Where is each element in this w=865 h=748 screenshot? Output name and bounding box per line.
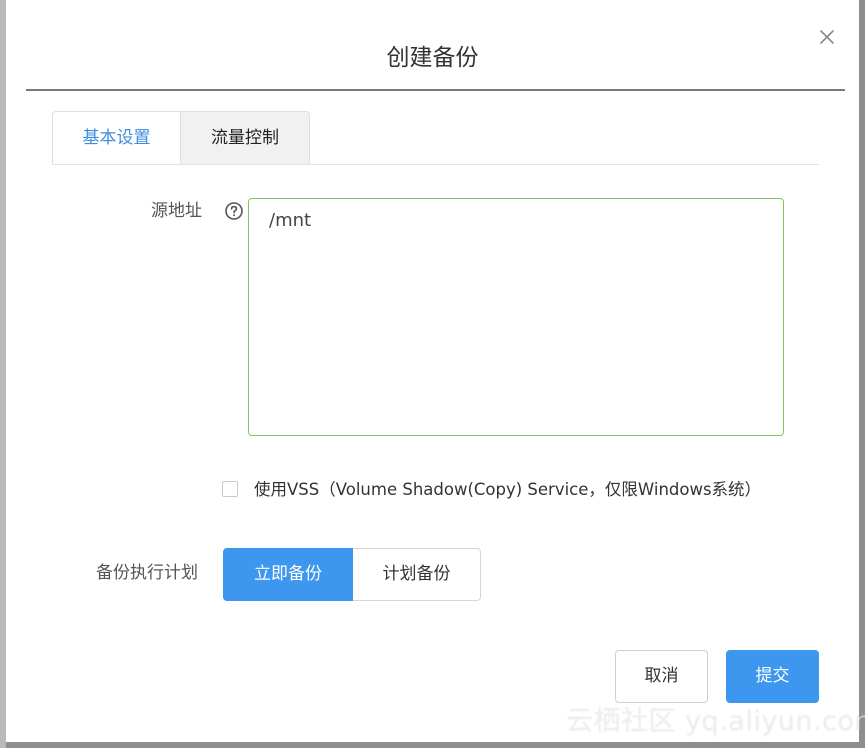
tab-bar-baseline (52, 164, 819, 165)
site-watermark: 云栖社区 yq.aliyun.com (566, 706, 865, 737)
create-backup-dialog: 创建备份 基本设置 流量控制 源地址 /mnt 使用VSS（Volume Sha… (6, 0, 859, 742)
source-address-label: 源地址 (151, 201, 202, 221)
title-divider (26, 89, 845, 91)
tab-flow-control[interactable]: 流量控制 (181, 111, 310, 164)
submit-button[interactable]: 提交 (726, 650, 819, 703)
backup-now-button[interactable]: 立即备份 (223, 548, 353, 601)
backup-plan-label: 备份执行计划 (96, 563, 198, 583)
dialog-title: 创建备份 (386, 45, 479, 71)
cancel-button[interactable]: 取消 (615, 650, 708, 703)
tab-basic-settings[interactable]: 基本设置 (52, 111, 181, 164)
vss-checkbox-label[interactable]: 使用VSS（Volume Shadow(Copy) Service，仅限Wind… (254, 478, 761, 502)
close-icon[interactable] (814, 24, 840, 50)
vss-checkbox[interactable] (222, 481, 238, 497)
source-address-input[interactable]: /mnt (248, 198, 784, 436)
scheduled-backup-button[interactable]: 计划备份 (353, 548, 481, 601)
question-circle-icon[interactable] (224, 201, 244, 221)
